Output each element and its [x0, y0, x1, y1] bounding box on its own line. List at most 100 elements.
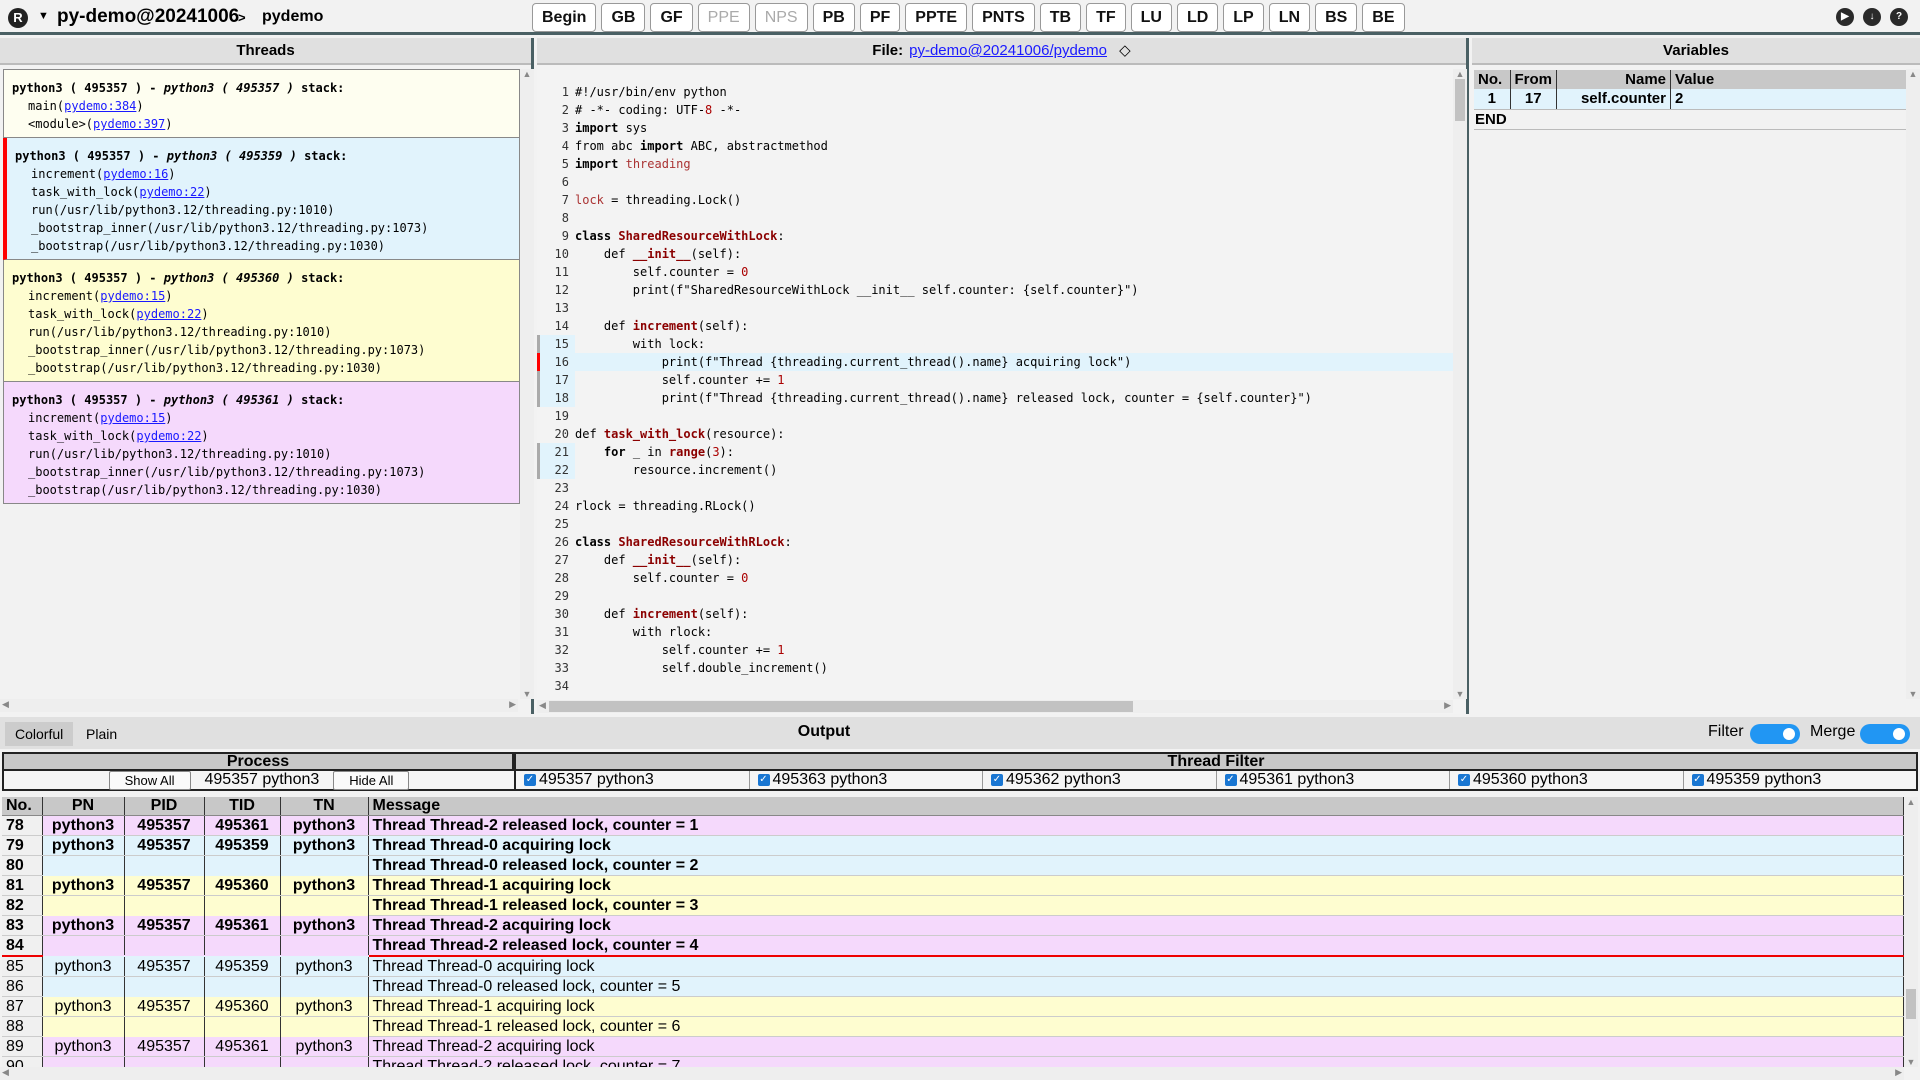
log-row[interactable]: 82 Thread Thread-1 released lock, counter… [2, 895, 1904, 916]
download-icon[interactable]: ↓ [1863, 8, 1881, 26]
thread-filter-checkbox[interactable]: ✓ 495359 python3 [1684, 771, 1917, 789]
toolbar-button-lu[interactable]: LU [1130, 3, 1172, 32]
help-icon[interactable]: ? [1890, 8, 1908, 26]
thread-filter-checkbox[interactable]: ✓ 495362 python3 [983, 771, 1217, 789]
code-line[interactable]: 3 import sys [537, 119, 1455, 137]
log-row[interactable]: 83 python3 495357 495361 python3 Thread Threa… [2, 915, 1904, 936]
scroll-thumb[interactable] [549, 701, 1133, 712]
line-number[interactable]: 27 [537, 551, 575, 569]
project-dropdown-caret-icon[interactable]: ▼ [38, 10, 49, 22]
toolbar-button-pf[interactable]: PF [859, 3, 901, 32]
code-line[interactable]: 8 [537, 209, 1455, 227]
toolbar-button-ppe[interactable]: PPE [697, 3, 750, 32]
line-number[interactable]: 34 [537, 677, 575, 695]
code-line[interactable]: 33 self.double_increment() [537, 659, 1455, 677]
line-number[interactable]: 7 [537, 191, 575, 209]
frame-location-link[interactable]: pydemo:22 [136, 429, 201, 443]
toolbar-button-pb[interactable]: PB [812, 3, 855, 32]
log-row[interactable]: 80 Thread Thread-0 released lock, counter… [2, 855, 1904, 876]
source-horizontal-scrollbar[interactable]: ◀ ▶ [537, 700, 1453, 713]
line-number[interactable]: 3 [537, 119, 575, 137]
scroll-thumb[interactable] [1455, 79, 1465, 121]
line-number[interactable]: 29 [537, 587, 575, 605]
thread-filter-checkbox[interactable]: ✓ 495363 python3 [750, 771, 983, 789]
code-line[interactable]: 18 print(f"Thread {threading.current_thr… [537, 389, 1455, 407]
thread-filter-checkbox[interactable]: ✓ 495360 python3 [1450, 771, 1684, 789]
threads-vertical-scrollbar[interactable]: ▲ ▼ [520, 69, 534, 699]
toolbar-button-ln[interactable]: LN [1268, 3, 1311, 32]
line-number[interactable]: 1 [537, 83, 575, 101]
code-line[interactable]: 12 print(f"SharedResourceWithLock __init… [537, 281, 1455, 299]
variables-vertical-scrollbar[interactable]: ▲ ▼ [1906, 69, 1920, 699]
thread-filter-checkbox[interactable]: ✓ 495361 python3 [1217, 771, 1450, 789]
code-line[interactable]: 20 def task_with_lock(resource): [537, 425, 1455, 443]
code-line[interactable]: 23 [537, 479, 1455, 497]
frame-location-link[interactable]: pydemo:22 [139, 185, 204, 199]
scroll-up-icon[interactable]: ▲ [1906, 69, 1920, 79]
toolbar-button-nps[interactable]: NPS [754, 3, 808, 32]
output-vertical-scrollbar[interactable]: ▲ ▼ [1904, 797, 1918, 1067]
code-line[interactable]: 31 with rlock: [537, 623, 1455, 641]
code-line[interactable]: 17 self.counter += 1 [537, 371, 1455, 389]
line-number[interactable]: 26 [537, 533, 575, 551]
file-path-link[interactable]: py-demo@20241006/pydemo [909, 42, 1107, 59]
line-number[interactable]: 15 [537, 335, 575, 353]
toolbar-button-tb[interactable]: TB [1039, 3, 1082, 32]
frame-location-link[interactable]: pydemo:22 [136, 307, 201, 321]
line-number[interactable]: 18 [537, 389, 575, 407]
checkbox-checked-icon[interactable]: ✓ [1458, 774, 1470, 786]
line-number[interactable]: 33 [537, 659, 575, 677]
code-line[interactable]: 27 def __init__(self): [537, 551, 1455, 569]
output-horizontal-scrollbar[interactable]: ◀ ▶ [0, 1067, 1904, 1080]
code-line[interactable]: 14 def increment(self): [537, 317, 1455, 335]
code-line[interactable]: 30 def increment(self): [537, 605, 1455, 623]
source-vertical-scrollbar[interactable]: ▲ ▼ [1453, 69, 1467, 699]
frame-location-link[interactable]: pydemo:15 [100, 411, 165, 425]
line-number[interactable]: 8 [537, 209, 575, 227]
line-number[interactable]: 20 [537, 425, 575, 443]
toolbar-button-gf[interactable]: GF [650, 3, 693, 32]
line-number[interactable]: 30 [537, 605, 575, 623]
code-line[interactable]: 21 for _ in range(3): [537, 443, 1455, 461]
code-line[interactable]: 22 resource.increment() [537, 461, 1455, 479]
line-number[interactable]: 31 [537, 623, 575, 641]
code-line[interactable]: 24 rlock = threading.RLock() [537, 497, 1455, 515]
toolbar-button-begin[interactable]: Begin [532, 3, 597, 32]
scroll-right-icon[interactable]: ▶ [509, 699, 516, 710]
line-number[interactable]: 25 [537, 515, 575, 533]
line-number[interactable]: 13 [537, 299, 575, 317]
line-number[interactable]: 19 [537, 407, 575, 425]
frame-location-link[interactable]: pydemo:16 [103, 167, 168, 181]
scroll-up-icon[interactable]: ▲ [1453, 69, 1467, 79]
show-all-button[interactable]: Show All [108, 770, 191, 790]
scroll-thumb[interactable] [1906, 989, 1916, 1019]
scroll-down-icon[interactable]: ▼ [1904, 1057, 1918, 1067]
line-number[interactable]: 5 [537, 155, 575, 173]
checkbox-checked-icon[interactable]: ✓ [991, 774, 1003, 786]
toolbar-button-bs[interactable]: BS [1315, 3, 1358, 32]
thread-filter-checkbox[interactable]: ✓ 495357 python3 [516, 771, 750, 789]
toolbar-button-be[interactable]: BE [1362, 3, 1405, 32]
code-line[interactable]: 34 [537, 677, 1455, 695]
frame-location-link[interactable]: pydemo:15 [100, 289, 165, 303]
line-number[interactable]: 12 [537, 281, 575, 299]
breadcrumb-project[interactable]: py-demo@20241006 [57, 6, 239, 28]
scroll-left-icon[interactable]: ◀ [539, 700, 546, 711]
code-line[interactable]: 11 self.counter = 0 [537, 263, 1455, 281]
line-number[interactable]: 24 [537, 497, 575, 515]
line-number[interactable]: 28 [537, 569, 575, 587]
code-line[interactable]: 13 [537, 299, 1455, 317]
code-line[interactable]: 1 #!/usr/bin/env python [537, 83, 1455, 101]
line-number[interactable]: 21 [537, 443, 575, 461]
checkbox-checked-icon[interactable]: ✓ [757, 774, 770, 786]
line-number[interactable]: 4 [537, 137, 575, 155]
scroll-down-icon[interactable]: ▼ [520, 689, 534, 699]
line-number[interactable]: 16 [537, 353, 575, 371]
code-line[interactable]: 2 # -*- coding: UTF-8 -*- [537, 101, 1455, 119]
code-line[interactable]: 32 self.counter += 1 [537, 641, 1455, 659]
frame-location-link[interactable]: pydemo:397 [93, 117, 165, 131]
code-line[interactable]: 29 [537, 587, 1455, 605]
checkbox-checked-icon[interactable]: ✓ [524, 774, 536, 786]
line-number[interactable]: 2 [537, 101, 575, 119]
variable-row[interactable]: 1 17 self.counter 2 [1474, 89, 1910, 110]
